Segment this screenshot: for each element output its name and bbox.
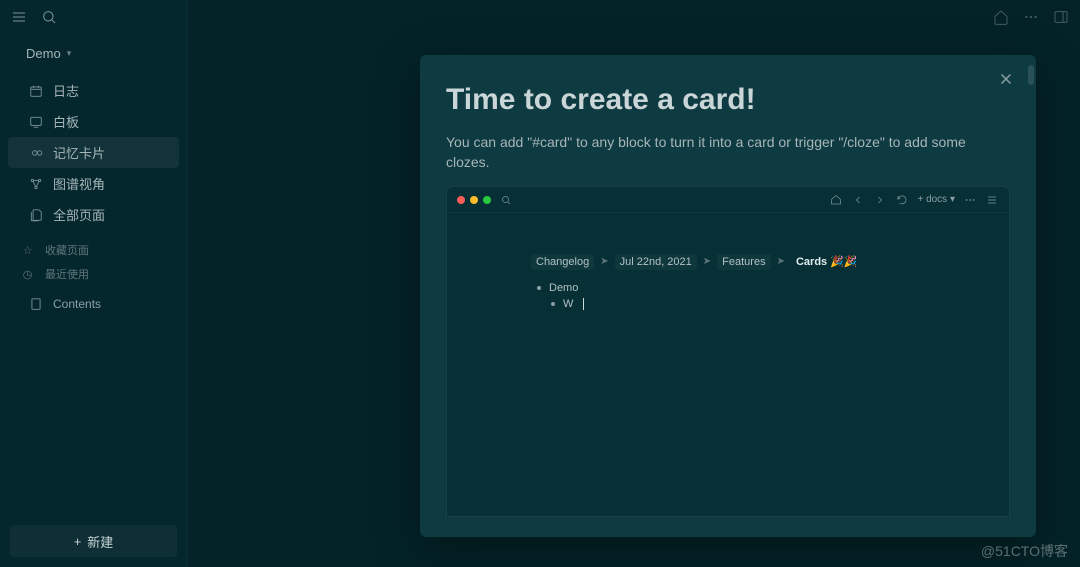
chevron-down-icon: ▾ [67,48,72,59]
demo-search-icon[interactable] [499,193,513,207]
new-button[interactable]: + 新建 [10,525,177,557]
new-label: 新建 [87,532,113,551]
workspace-name: Demo [26,46,61,61]
chevron-right-icon: ➤ [777,256,785,267]
modal: Time to create a card! You can add "#car… [420,55,1036,537]
demo-forward-icon[interactable] [873,193,887,207]
breadcrumb: Changelog ➤ Jul 22nd, 2021 ➤ Features ➤ … [531,253,925,270]
traffic-red-icon [457,196,465,204]
watermark: @51CTO博客 [981,541,1068,561]
bullet-list: Demo W [531,280,925,312]
clock-icon: ◷ [20,268,35,281]
nav-label: 全部页面 [53,205,105,224]
demo-home-icon[interactable] [829,193,843,207]
whiteboard-icon [28,114,43,129]
workspace-selector[interactable]: Demo ▾ [0,40,187,67]
modal-title: Time to create a card! [446,83,1010,117]
bullet-item[interactable]: W [551,296,925,312]
sidebar-item-graph[interactable]: 图谱视角 [8,168,179,199]
nav-label: 记忆卡片 [53,143,105,162]
demo-refresh-icon[interactable] [895,193,909,207]
breadcrumb-seg[interactable]: Changelog [531,254,594,270]
star-icon: ☆ [20,244,35,257]
main-area: Time to create a card! You can add "#car… [188,0,1080,567]
sidebar-item-journal[interactable]: 日志 [8,75,179,106]
demo-body: Changelog ➤ Jul 22nd, 2021 ➤ Features ➤ … [447,213,1009,312]
modal-subtitle: You can add "#card" to any block to turn… [420,127,1036,186]
sidebar: Demo ▾ 日志 白板 记忆卡片 图谱视角 全部页面 [0,0,188,567]
demo-topbar: + docs ▾ [447,187,1009,213]
nav-label: 白板 [53,112,79,131]
sidebar-contents[interactable]: Contents [8,290,179,317]
demo-pane: + docs ▾ Changelog ➤ Jul 22nd, 2021 ➤ Fe… [446,186,1010,517]
menu-icon[interactable] [10,8,28,26]
infinity-icon [28,145,43,160]
breadcrumb-seg[interactable]: Features [717,254,770,270]
demo-back-icon[interactable] [851,193,865,207]
calendar-icon [28,83,43,98]
nav-label: 日志 [53,81,79,100]
traffic-yellow-icon [470,196,478,204]
pages-icon [28,207,43,222]
favorites-label: 收藏页面 [45,242,89,258]
bullet-item[interactable]: Demo [537,280,925,296]
bullet-icon [551,302,555,306]
sidebar-favorites[interactable]: ☆ 收藏页面 [0,238,187,262]
nav-label: 图谱视角 [53,174,105,193]
breadcrumb-current: Cards 🎉🎉 [791,253,863,270]
bullet-text: W [563,298,573,310]
demo-menu-icon[interactable] [985,193,999,207]
traffic-green-icon [483,196,491,204]
close-icon[interactable] [996,69,1016,89]
chevron-right-icon: ➤ [600,256,608,267]
sidebar-recent[interactable]: ◷ 最近使用 [0,262,187,286]
sidebar-item-whiteboard[interactable]: 白板 [8,106,179,137]
plus-icon: + [74,534,82,549]
text-cursor-icon [583,298,584,310]
sidebar-item-all-pages[interactable]: 全部页面 [8,199,179,230]
chevron-right-icon: ➤ [703,256,711,267]
contents-label: Contents [53,297,101,311]
search-icon[interactable] [40,8,58,26]
demo-docs-button[interactable]: + docs ▾ [917,194,955,205]
breadcrumb-seg[interactable]: Jul 22nd, 2021 [615,254,697,270]
traffic-lights [457,196,491,204]
bullet-icon [537,286,541,290]
scrollbar-thumb[interactable] [1028,65,1034,85]
bullet-text: Demo [549,282,578,294]
page-icon [28,296,43,311]
sidebar-item-flashcards[interactable]: 记忆卡片 [8,137,179,168]
graph-icon [28,176,43,191]
demo-more-icon[interactable] [963,193,977,207]
recent-label: 最近使用 [45,266,89,282]
nav-list: 日志 白板 记忆卡片 图谱视角 全部页面 [0,75,187,230]
